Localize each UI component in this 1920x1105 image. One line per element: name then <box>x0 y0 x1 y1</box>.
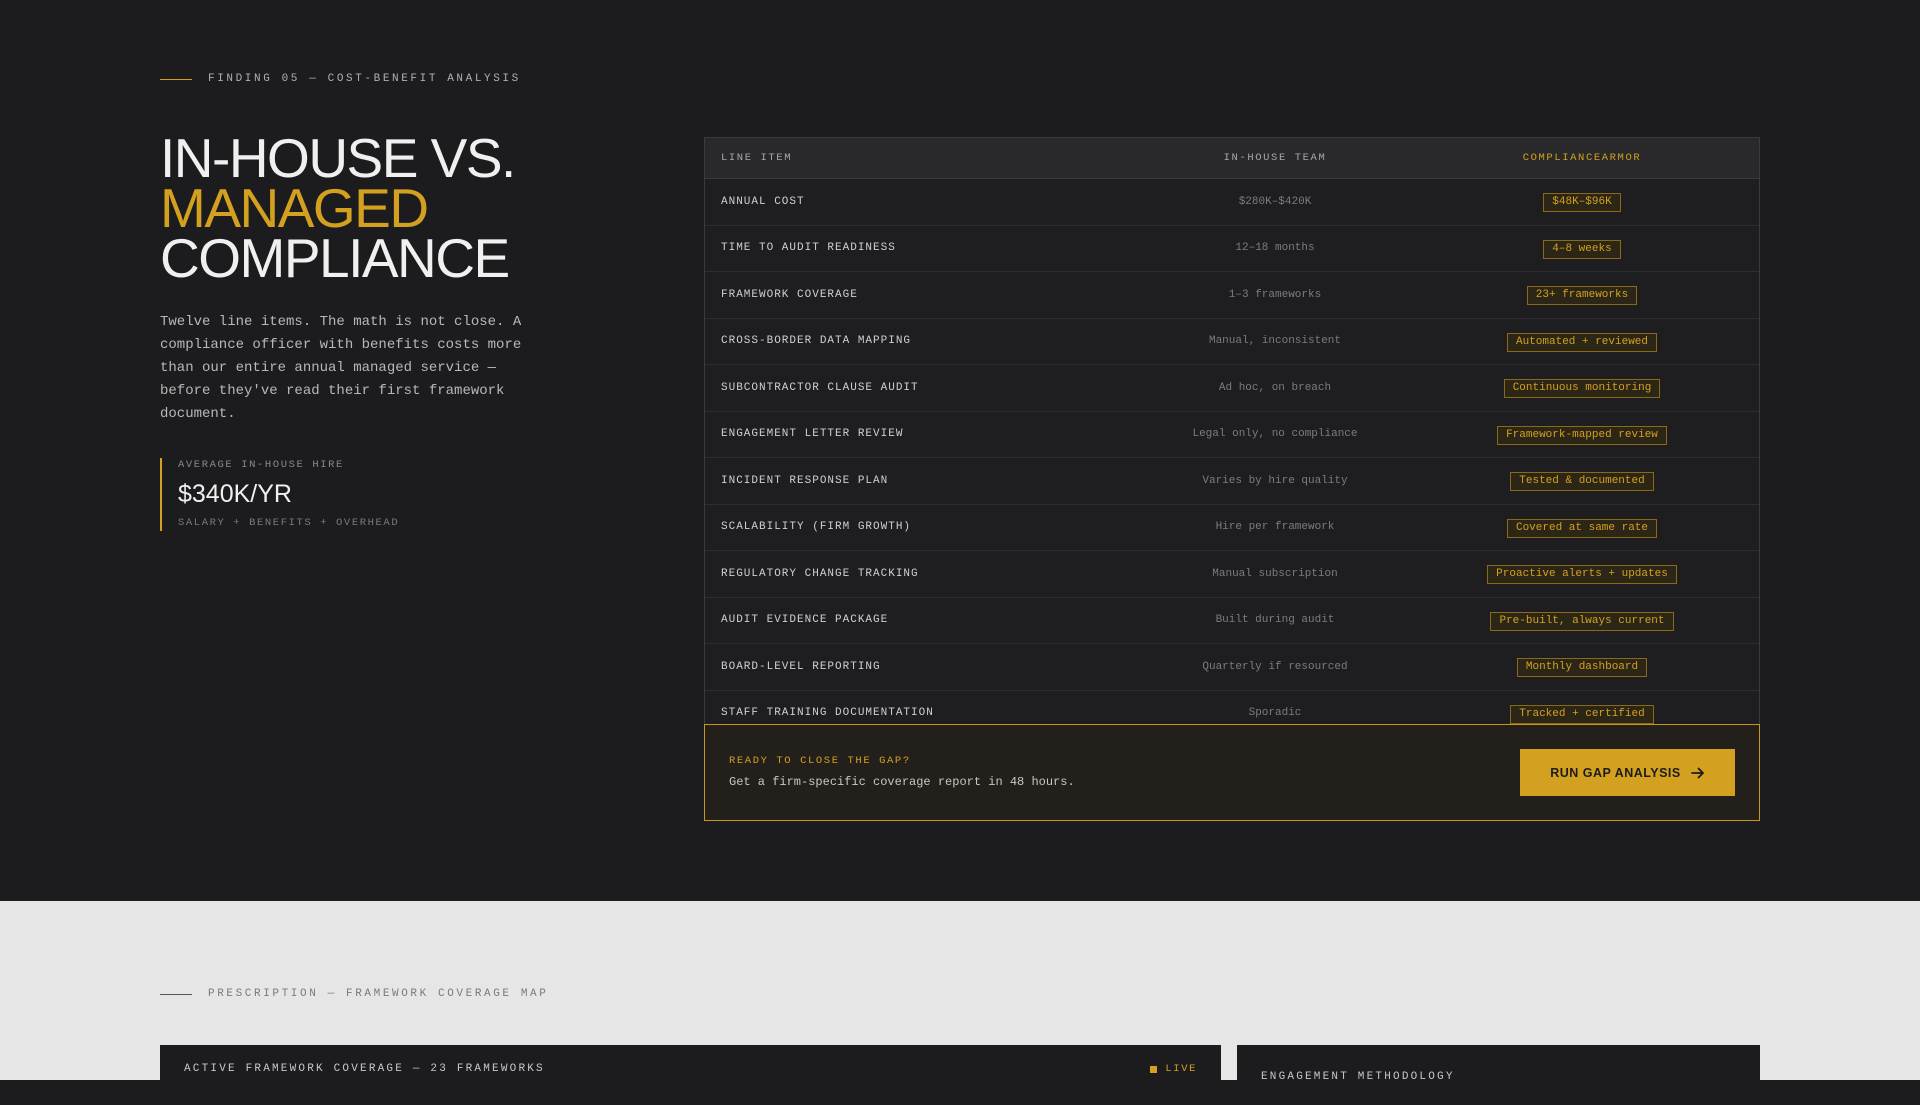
line-item-cell: TIME TO AUDIT READINESS <box>721 242 896 255</box>
in-house-cell: Manual subscription <box>1212 567 1338 580</box>
managed-cell: Pre-built, always current <box>1405 610 1759 631</box>
table-row: TIME TO AUDIT READINESS 12–18 months 4–8 w… <box>705 225 1759 272</box>
managed-cell: 4–8 weeks <box>1405 238 1759 259</box>
managed-value-badge: Tracked + certified <box>1510 704 1654 724</box>
header-in-house: IN-HOUSE TEAM <box>1223 152 1327 164</box>
in-house-cell: Quarterly if resourced <box>1202 660 1348 673</box>
line-item-cell: ENGAGEMENT LETTER REVIEW <box>721 428 904 441</box>
managed-cell: Automated + reviewed <box>1405 331 1759 352</box>
in-house-cell: Varies by hire quality <box>1202 474 1348 487</box>
page-title: IN-HOUSE VS. MANAGED COMPLIANCE <box>160 131 516 286</box>
managed-value-badge: Proactive alerts + updates <box>1487 565 1677 585</box>
managed-cell: Monthly dashboard <box>1405 656 1759 678</box>
table-row: BOARD-LEVEL REPORTING Quarterly if resour… <box>705 644 1759 691</box>
live-dot-icon <box>1150 1065 1158 1073</box>
line-item-cell: ANNUAL COST <box>721 195 805 208</box>
table-row: REGULATORY CHANGE TRACKING Manual subscri… <box>705 551 1759 598</box>
managed-value-badge: 23+ frameworks <box>1526 286 1638 306</box>
managed-value-badge: Tested & documented <box>1510 472 1654 492</box>
live-indicator: LIVE <box>1150 1063 1197 1075</box>
run-gap-analysis-label: RUN GAP ANALYSIS <box>1550 765 1681 780</box>
table-row: ANNUAL COST $280K–$420K $48K–$96K <box>705 179 1759 226</box>
table-row: CROSS-BORDER DATA MAPPING Manual, inconsi… <box>705 318 1759 365</box>
framework-coverage-title: ACTIVE FRAMEWORK COVERAGE — 23 FRAMEWORK… <box>184 1063 545 1075</box>
stat-subtext: SALARY + BENEFITS + OVERHEAD <box>178 517 400 529</box>
in-house-cell: $280K–$420K <box>1238 195 1312 208</box>
table-row: INCIDENT RESPONSE PLAN Varies by hire qua… <box>705 458 1759 505</box>
managed-cell: Continuous monitoring <box>1405 377 1759 399</box>
managed-cell: Framework-mapped review <box>1405 424 1759 445</box>
managed-value-badge: Continuous monitoring <box>1503 379 1661 399</box>
in-house-cell: Sporadic <box>1248 707 1302 720</box>
managed-value-badge: Framework-mapped review <box>1497 425 1667 445</box>
in-house-cell: Legal only, no compliance <box>1192 428 1358 441</box>
line-item-cell: INCIDENT RESPONSE PLAN <box>721 474 889 487</box>
in-house-cell: Built during audit <box>1215 614 1335 627</box>
managed-value-badge: $48K–$96K <box>1543 193 1621 213</box>
header-compliancearmor: COMPLIANCEARMOR <box>1522 152 1642 164</box>
in-house-hire-stat: AVERAGE IN-HOUSE HIRE $340K/YR SALARY + … <box>160 458 399 531</box>
in-house-cell: 1–3 frameworks <box>1228 288 1322 301</box>
managed-value-badge: Automated + reviewed <box>1506 332 1658 352</box>
line-item-cell: STAFF TRAINING DOCUMENTATION <box>721 707 934 720</box>
managed-value-badge: 4–8 weeks <box>1543 239 1621 259</box>
run-gap-analysis-button[interactable]: RUN GAP ANALYSIS <box>1520 749 1735 796</box>
line-item-cell: CROSS-BORDER DATA MAPPING <box>721 335 912 348</box>
finding-eyebrow: FINDING 05 — COST-BENEFIT ANALYSIS <box>160 73 521 85</box>
cta-banner: READY TO CLOSE THE GAP? Get a firm-speci… <box>704 724 1760 821</box>
prescription-eyebrow-label: PRESCRIPTION — FRAMEWORK COVERAGE MAP <box>208 988 549 1000</box>
engagement-methodology-panel: ENGAGEMENT METHODOLOGY <box>1237 1045 1760 1105</box>
line-item-cell: AUDIT EVIDENCE PACKAGE <box>721 614 889 627</box>
finding-eyebrow-label: FINDING 05 — COST-BENEFIT ANALYSIS <box>208 73 521 85</box>
line-item-cell: BOARD-LEVEL REPORTING <box>721 660 881 673</box>
in-house-cell: Hire per framework <box>1215 521 1335 534</box>
header-line-item: LINE ITEM <box>721 152 793 164</box>
in-house-cell: Ad hoc, on breach <box>1218 381 1332 394</box>
live-label: LIVE <box>1165 1063 1197 1075</box>
table-row: AUDIT EVIDENCE PACKAGE Built during audit… <box>705 597 1759 644</box>
line-item-cell: SUBCONTRACTOR CLAUSE AUDIT <box>721 381 919 394</box>
table-row: FRAMEWORK COVERAGE 1–3 frameworks 23+ fram… <box>705 272 1759 319</box>
eyebrow-rule <box>160 993 192 995</box>
managed-cell: Tracked + certified <box>1405 703 1759 724</box>
stat-label: AVERAGE IN-HOUSE HIRE <box>178 459 344 471</box>
cta-kicker: READY TO CLOSE THE GAP? <box>729 755 911 767</box>
managed-value-badge: Covered at same rate <box>1506 518 1658 538</box>
comparison-table: LINE ITEM IN-HOUSE TEAM COMPLIANCEARMOR … <box>704 137 1760 737</box>
eyebrow-rule <box>160 78 192 80</box>
managed-cell: $48K–$96K <box>1405 191 1759 213</box>
managed-cell: Covered at same rate <box>1405 517 1759 538</box>
table-header: LINE ITEM IN-HOUSE TEAM COMPLIANCEARMOR <box>705 138 1759 179</box>
line-item-cell: FRAMEWORK COVERAGE <box>721 288 858 301</box>
cta-message: Get a firm-specific coverage report in 4… <box>729 775 1075 789</box>
table-row: ENGAGEMENT LETTER REVIEW Legal only, no c… <box>705 411 1759 458</box>
arrow-right-icon <box>1690 767 1704 778</box>
table-body: ANNUAL COST $280K–$420K $48K–$96K TIME TO A… <box>705 179 1759 736</box>
engagement-methodology-title: ENGAGEMENT METHODOLOGY <box>1261 1071 1455 1083</box>
cost-benefit-section: FINDING 05 — COST-BENEFIT ANALYSIS IN-HO… <box>0 0 1920 901</box>
in-house-cell: 12–18 months <box>1235 242 1315 255</box>
managed-cell: Proactive alerts + updates <box>1405 563 1759 585</box>
line-item-cell: SCALABILITY (FIRM GROWTH) <box>721 521 912 534</box>
managed-cell: Tested & documented <box>1405 470 1759 492</box>
table-row: SCALABILITY (FIRM GROWTH) Hire per framew… <box>705 504 1759 551</box>
managed-cell: 23+ frameworks <box>1405 284 1759 306</box>
line-item-cell: REGULATORY CHANGE TRACKING <box>721 567 919 580</box>
managed-value-badge: Pre-built, always current <box>1490 611 1674 631</box>
finding-description: Twelve line items. The math is not close… <box>160 314 522 422</box>
stat-value: $340K/YR <box>178 480 292 508</box>
title-line-3: COMPLIANCE <box>160 227 510 289</box>
framework-coverage-panel: ACTIVE FRAMEWORK COVERAGE — 23 FRAMEWORK… <box>160 1045 1221 1105</box>
prescription-eyebrow: PRESCRIPTION — FRAMEWORK COVERAGE MAP <box>160 988 548 1000</box>
managed-value-badge: Monthly dashboard <box>1516 658 1648 678</box>
in-house-cell: Manual, inconsistent <box>1208 335 1342 348</box>
table-row: SUBCONTRACTOR CLAUSE AUDIT Ad hoc, on bre… <box>705 365 1759 412</box>
